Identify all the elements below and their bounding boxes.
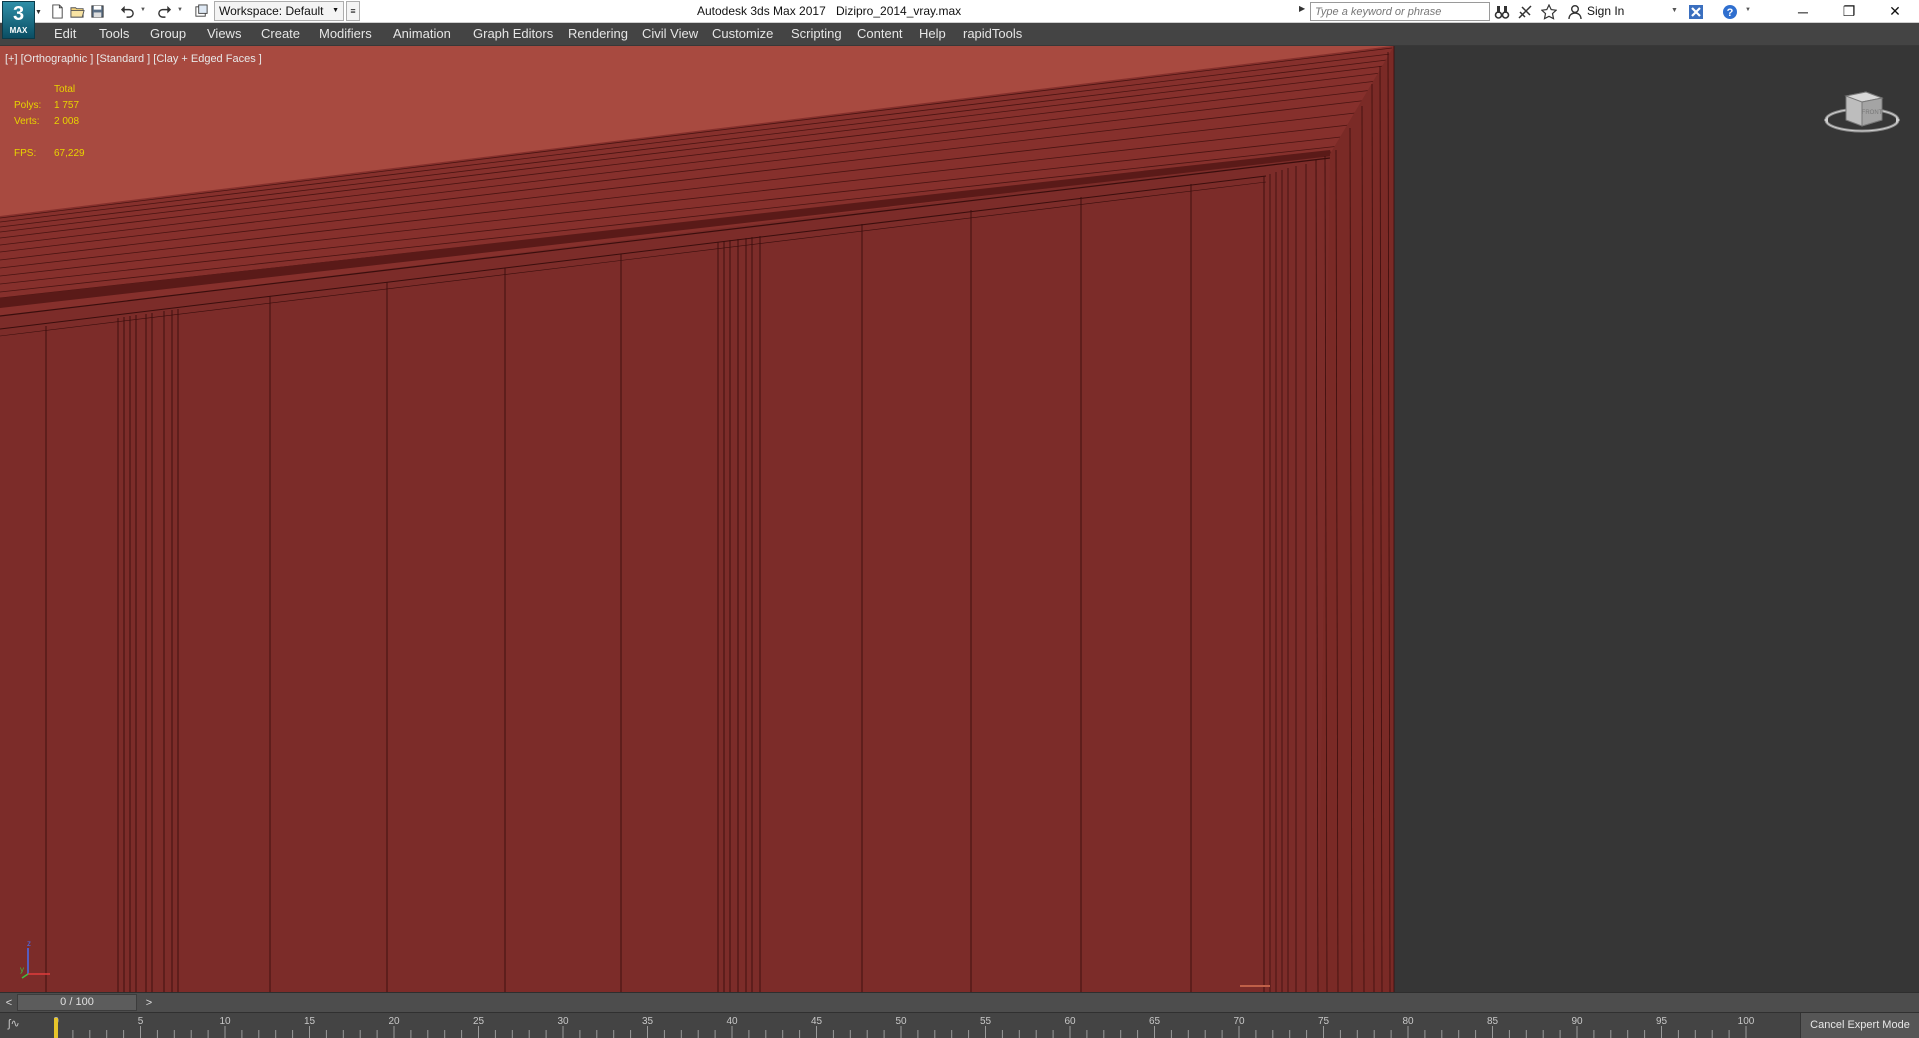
menu-content[interactable]: Content	[857, 26, 903, 41]
redo-dropdown-icon[interactable]: ▼	[177, 7, 183, 13]
app-title: Autodesk 3ds Max 2017	[697, 4, 826, 18]
help-dropdown-icon[interactable]: ▼	[1745, 7, 1751, 13]
menu-bar: Edit Tools Group Views Create Modifiers …	[0, 23, 1919, 46]
workspace-label: Workspace: Default	[219, 4, 324, 18]
menu-help[interactable]: Help	[919, 26, 946, 41]
undo-icon[interactable]	[118, 2, 136, 20]
mini-curve-editor-icon[interactable]: ʃ∿	[8, 1017, 20, 1030]
current-frame-marker[interactable]	[54, 1018, 58, 1038]
viewport-statistics: Total Polys: 1 757 Verts: 2 008 FPS: 67,229	[14, 82, 85, 162]
polys-value: 1 757	[54, 100, 80, 111]
app-menu-arrow-icon[interactable]: ▼	[35, 9, 42, 16]
close-window-button[interactable]: ✕	[1872, 0, 1918, 23]
chevron-down-icon: ▼	[332, 7, 339, 14]
timeline-tick-label: 95	[1656, 1016, 1668, 1027]
exchange-apps-icon[interactable]	[1686, 2, 1706, 21]
binoculars-icon[interactable]	[1492, 2, 1512, 21]
viewcube-face-label: FRONT	[1862, 110, 1883, 116]
menu-edit[interactable]: Edit	[54, 26, 76, 41]
save-file-icon[interactable]	[88, 2, 106, 20]
previous-frame-button[interactable]: <	[2, 995, 16, 1011]
sign-in-button[interactable]: Sign In	[1587, 4, 1624, 18]
menu-civil-view[interactable]: Civil View	[642, 26, 698, 41]
sign-in-dropdown-icon[interactable]: ▼	[1671, 7, 1678, 14]
timeline-tick-label: 45	[811, 1016, 823, 1027]
menu-graph-editors[interactable]: Graph Editors	[473, 26, 553, 41]
menu-rendering[interactable]: Rendering	[568, 26, 628, 41]
timeline-tick-label: 20	[388, 1016, 400, 1027]
menu-tools[interactable]: Tools	[99, 26, 129, 41]
menu-customize[interactable]: Customize	[712, 26, 773, 41]
menu-rapidtools[interactable]: rapidTools	[963, 26, 1022, 41]
undo-dropdown-icon[interactable]: ▼	[140, 7, 146, 13]
menu-scripting[interactable]: Scripting	[791, 26, 842, 41]
viewport-orthographic[interactable]: [+] [Orthographic ] [Standard ] [Clay + …	[0, 46, 1919, 992]
favorites-star-icon[interactable]	[1539, 2, 1559, 21]
time-slider-thumb[interactable]: 0 / 100	[17, 994, 137, 1011]
timeline-tick-label: 15	[304, 1016, 316, 1027]
redo-icon[interactable]	[155, 2, 173, 20]
svg-text:?: ?	[1727, 7, 1734, 19]
minimize-window-button[interactable]: ─	[1780, 0, 1826, 23]
timeline-tick-label: 80	[1402, 1016, 1414, 1027]
track-bar[interactable]: ʃ∿ 0510152025303540455055606570758085909…	[0, 1012, 1919, 1038]
file-name: Dizipro_2014_vray.max	[836, 4, 962, 18]
menu-views[interactable]: Views	[207, 26, 241, 41]
timeline-tick-label: 65	[1149, 1016, 1161, 1027]
menu-modifiers[interactable]: Modifiers	[319, 26, 372, 41]
viewcube-icon[interactable]: FRONT	[1822, 80, 1902, 140]
timeline-tick-label: 35	[642, 1016, 654, 1027]
workspace-selector[interactable]: Workspace: Default ▼	[214, 1, 344, 21]
app-logo-text: 3	[12, 3, 25, 25]
fps-label: FPS:	[14, 148, 37, 159]
timeline-ruler[interactable]: 0510152025303540455055606570758085909510…	[54, 1013, 1754, 1038]
timeline-tick-label: 25	[473, 1016, 485, 1027]
timeline-tick-label: 85	[1487, 1016, 1499, 1027]
timeline-tick-label: 5	[138, 1016, 144, 1027]
scene-clay-wall-panel[interactable]	[0, 46, 1919, 992]
svg-text:z: z	[27, 939, 31, 948]
timeline-tick-label: 50	[895, 1016, 907, 1027]
help-icon[interactable]: ?	[1720, 2, 1740, 21]
timeline-tick-label: 75	[1318, 1016, 1330, 1027]
next-frame-button[interactable]: >	[142, 995, 156, 1011]
axis-tripod-icon: z y	[20, 939, 50, 979]
viewport-label[interactable]: [+] [Orthographic ] [Standard ] [Clay + …	[5, 53, 262, 65]
timeline-tick-label: 60	[1064, 1016, 1076, 1027]
app-logo-sub: MAX	[9, 26, 28, 35]
timeline-tick-label: 55	[980, 1016, 992, 1027]
user-icon	[1565, 2, 1585, 21]
stats-header: Total	[54, 84, 76, 95]
search-input[interactable]	[1310, 2, 1490, 21]
timeline-tick-label: 10	[219, 1016, 231, 1027]
timeline-tick-label: 40	[726, 1016, 738, 1027]
new-file-icon[interactable]	[48, 2, 66, 20]
timeline-tick-label: 70	[1233, 1016, 1245, 1027]
menu-group[interactable]: Group	[150, 26, 186, 41]
time-slider[interactable]: < 0 / 100 >	[0, 992, 1919, 1012]
restore-window-button[interactable]: ❐	[1826, 0, 1872, 23]
project-folder-icon[interactable]	[192, 2, 210, 20]
menu-animation[interactable]: Animation	[393, 26, 451, 41]
fps-value: 67,229	[54, 148, 85, 159]
verts-value: 2 008	[54, 116, 80, 127]
app-menu-button[interactable]: 3 MAX	[2, 1, 35, 39]
title-bar: 3 MAX ▼ ▼ ▼ Workspace: Default ▼ ≡ Autod…	[0, 0, 1919, 39]
search-expand-icon[interactable]: ▶	[1299, 4, 1305, 13]
timeline-tick-label: 30	[557, 1016, 569, 1027]
timeline-tick-label: 100	[1738, 1016, 1754, 1027]
polys-label: Polys:	[14, 100, 42, 111]
timeline-tick-label: 90	[1571, 1016, 1583, 1027]
cancel-expert-mode-button[interactable]: Cancel Expert Mode	[1800, 1013, 1919, 1038]
subscription-center-icon[interactable]	[1515, 2, 1535, 21]
open-file-icon[interactable]	[68, 2, 86, 20]
verts-label: Verts:	[14, 116, 40, 127]
menu-create[interactable]: Create	[261, 26, 300, 41]
svg-text:y: y	[20, 965, 24, 974]
customize-quick-access-icon[interactable]: ≡	[346, 1, 360, 21]
